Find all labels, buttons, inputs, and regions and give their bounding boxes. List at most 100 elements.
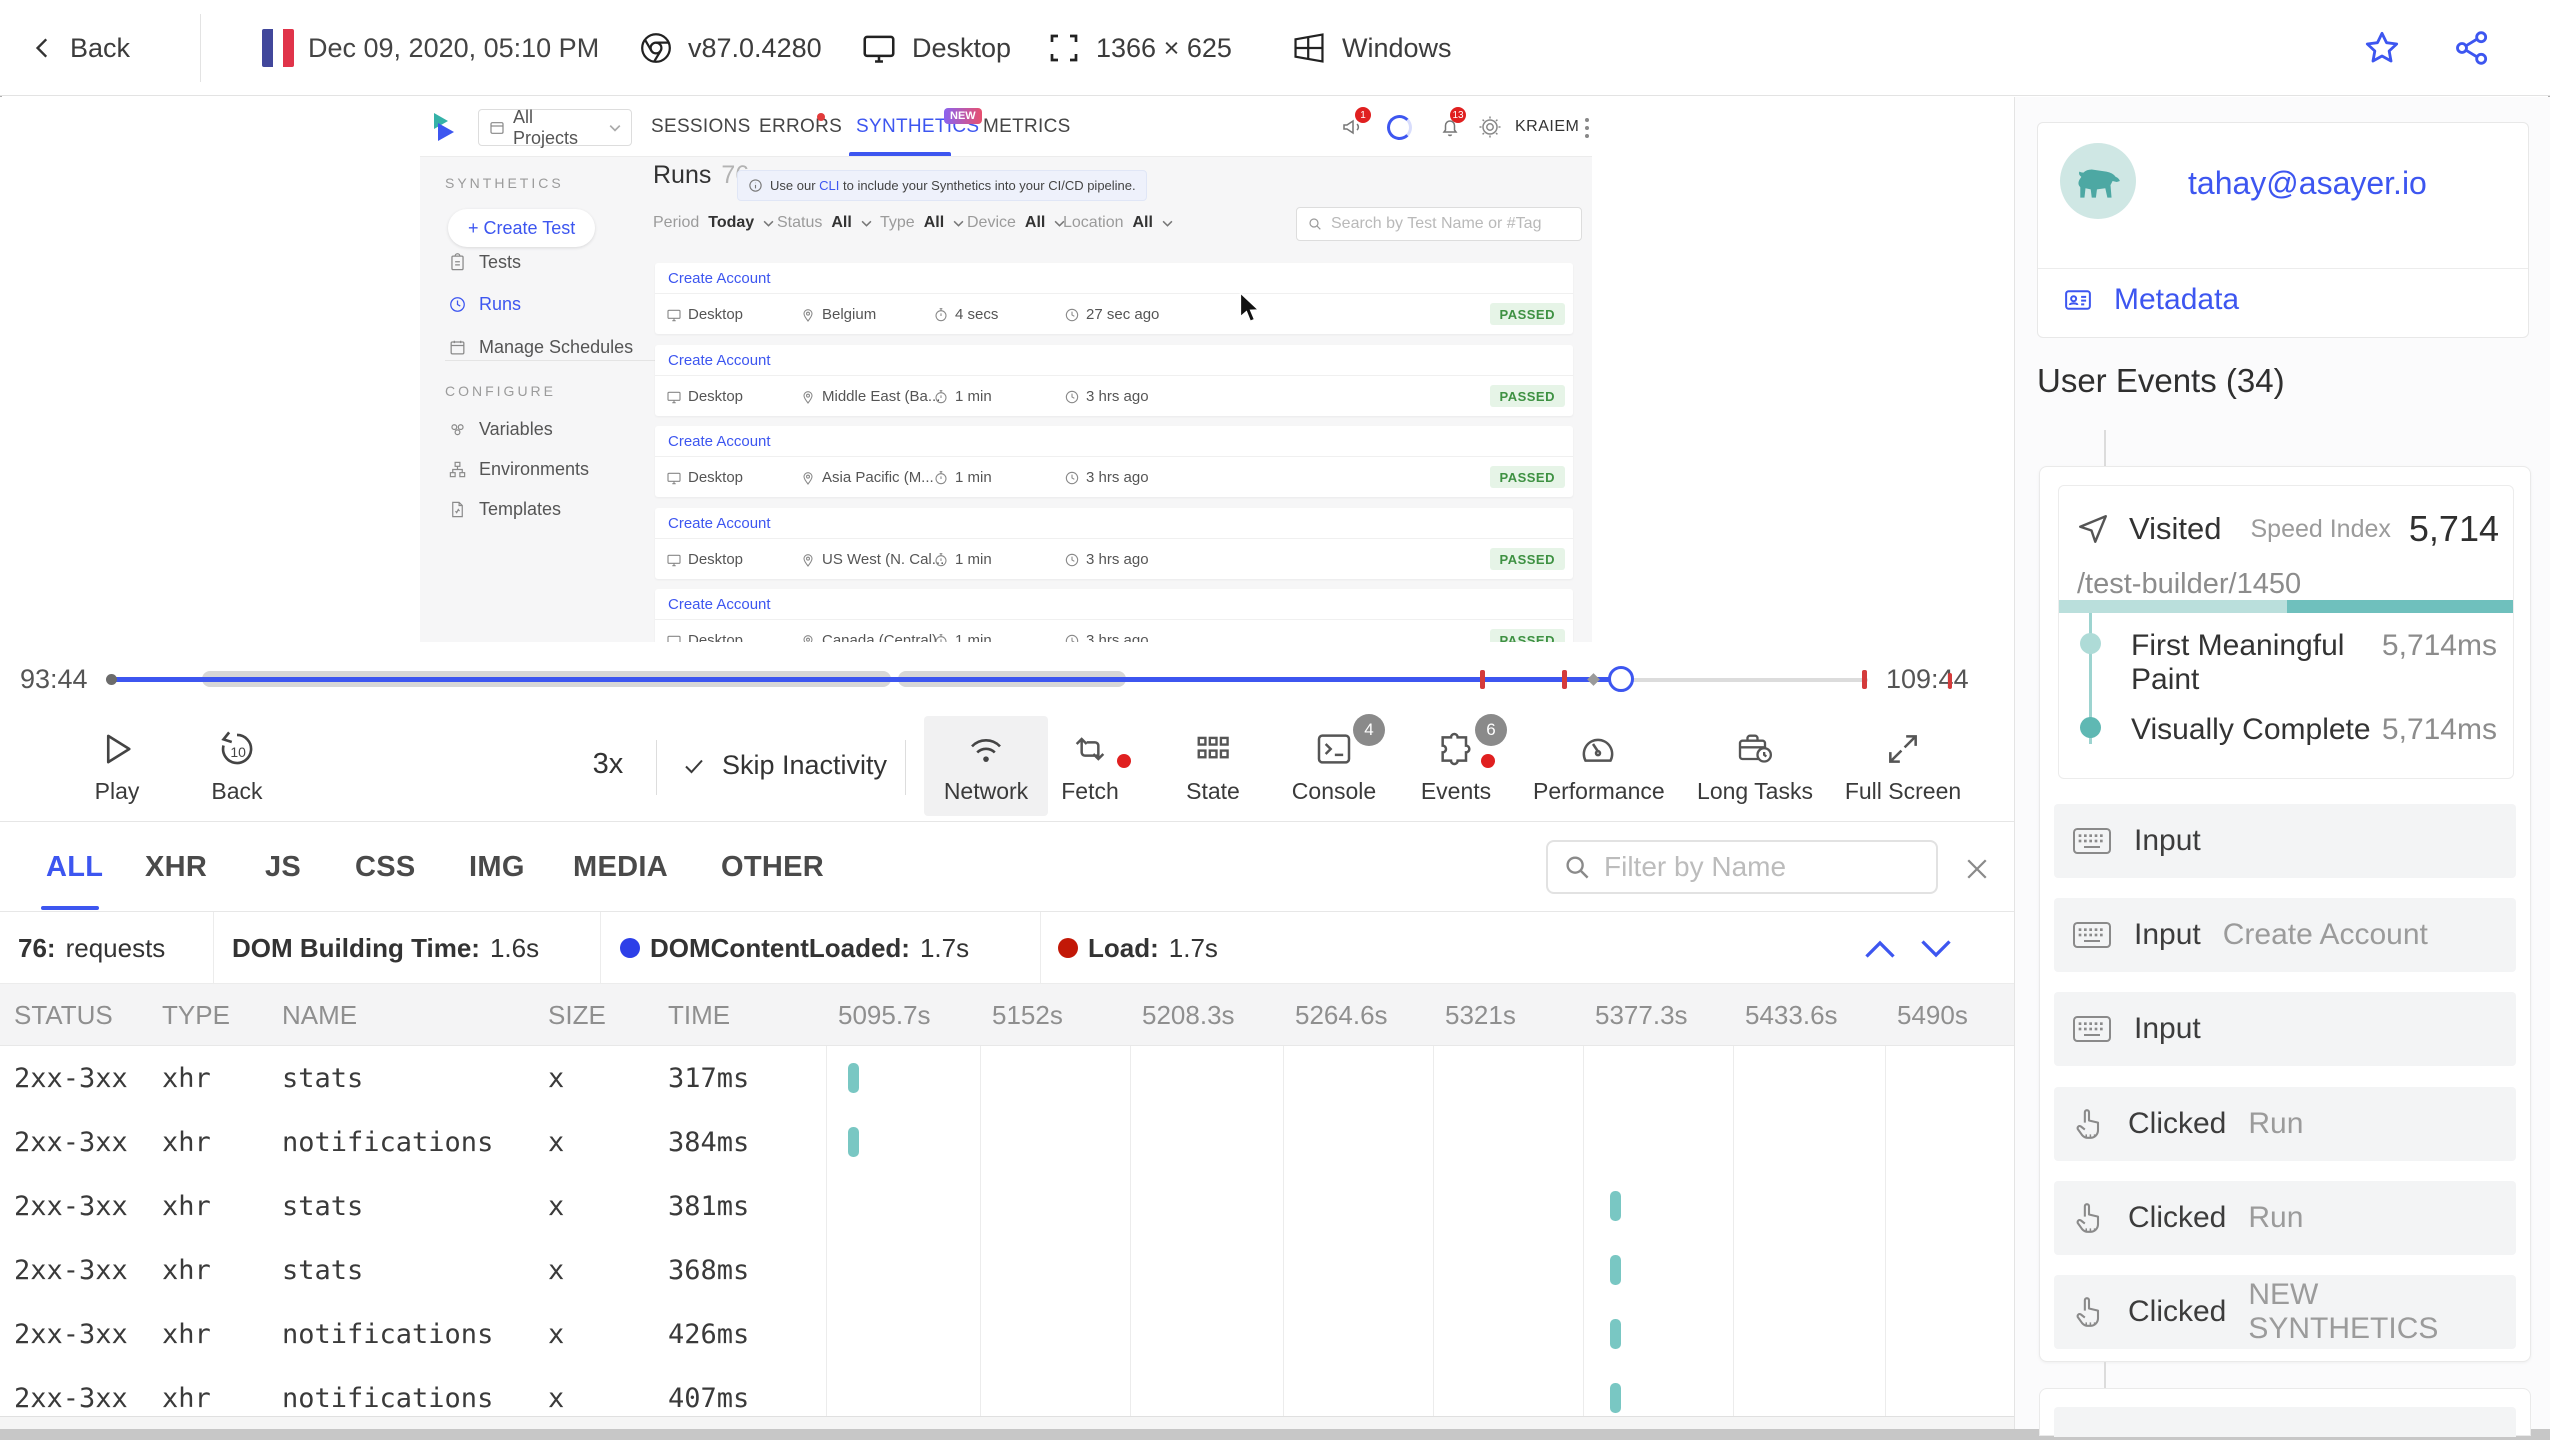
request-row[interactable]: 2xx-3xx xhr stats x 368ms bbox=[0, 1238, 2014, 1302]
panel-button-long-tasks[interactable]: Long Tasks bbox=[1690, 726, 1820, 805]
sidebar-item-environments: Environments bbox=[448, 459, 589, 480]
project-icon bbox=[489, 120, 505, 136]
event-item-clicked[interactable]: Clicked Run bbox=[2054, 1087, 2516, 1161]
timeline-remaining[interactable] bbox=[1621, 678, 1868, 682]
error-event-marker[interactable] bbox=[1562, 670, 1567, 689]
tab-errors: ERRORS bbox=[759, 116, 843, 137]
tab-css[interactable]: CSS bbox=[355, 822, 416, 912]
recorded-app-navbar: All Projects SESSIONS ERRORS SYNTHETICS … bbox=[420, 97, 1592, 157]
filter-by-name-input[interactable] bbox=[1604, 851, 1904, 883]
fetch-error-dot bbox=[1117, 754, 1131, 768]
run-test-name-link: Create Account bbox=[668, 596, 771, 613]
gauge-icon bbox=[1533, 726, 1663, 772]
timeline-progress[interactable] bbox=[113, 677, 1621, 682]
event-item-input[interactable]: Input bbox=[2054, 992, 2516, 1066]
error-event-marker[interactable] bbox=[1862, 670, 1867, 689]
network-hscroll-track[interactable] bbox=[0, 1416, 2014, 1429]
run-row: Desktop Belgium 4 secs 27 sec ago PASSED bbox=[655, 293, 1573, 334]
error-event-marker[interactable] bbox=[1480, 670, 1485, 689]
tab-synthetics: SYNTHETICS bbox=[856, 116, 980, 137]
chevron-down-icon bbox=[861, 220, 872, 227]
event-item-clicked[interactable]: Clicked NEW SYNTHETICS bbox=[2054, 1275, 2516, 1349]
recorded-app-screen: All Projects SESSIONS ERRORS SYNTHETICS … bbox=[420, 97, 1592, 642]
session-date: Dec 09, 2020, 05:10 PM bbox=[262, 0, 599, 96]
network-requests-table: STATUS TYPE NAME SIZE TIME 5095.7s 5152s… bbox=[0, 984, 2014, 1416]
event-item-input[interactable]: Input Create Account bbox=[2054, 898, 2516, 972]
keyboard-icon bbox=[2072, 920, 2112, 950]
jump-next-button[interactable] bbox=[1918, 938, 1954, 960]
tab-xhr[interactable]: XHR bbox=[145, 822, 207, 912]
request-timing-bar bbox=[1610, 1383, 1621, 1413]
load-time: Load: 1.7s bbox=[1058, 912, 1218, 984]
back-button[interactable]: Back bbox=[30, 0, 130, 96]
panel-button-fetch[interactable]: Fetch bbox=[1025, 726, 1155, 805]
metric-first-meaningful-paint: First Meaningful Paint 5,714ms bbox=[2131, 629, 2497, 696]
resolution-info: 1366 × 625 bbox=[1046, 0, 1232, 96]
status-badge: PASSED bbox=[1489, 466, 1565, 488]
bell-count-badge: 13 bbox=[1450, 107, 1466, 123]
panel-button-console[interactable]: 4 Console bbox=[1269, 714, 1399, 805]
request-row[interactable]: 2xx-3xx xhr notifications x 384ms bbox=[0, 1110, 2014, 1174]
close-panel-button[interactable] bbox=[1962, 854, 1992, 884]
request-row[interactable]: 2xx-3xx xhr stats x 317ms bbox=[0, 1046, 2014, 1110]
jump-previous-button[interactable] bbox=[1862, 938, 1898, 960]
request-row[interactable]: 2xx-3xx xhr notifications x 426ms bbox=[0, 1302, 2014, 1366]
chrome-icon bbox=[638, 30, 674, 66]
favorite-button[interactable] bbox=[2362, 0, 2402, 96]
browser-version-label: v87.0.4280 bbox=[688, 32, 822, 63]
panel-button-state[interactable]: State bbox=[1148, 726, 1278, 805]
skip-inactivity-toggle[interactable]: Skip Inactivity bbox=[682, 750, 887, 781]
play-button[interactable]: Play bbox=[52, 726, 182, 805]
run-test-name-link: Create Account bbox=[668, 515, 771, 532]
event-connector-line bbox=[2104, 1362, 2106, 1388]
avatar bbox=[2060, 143, 2136, 219]
user-email-link[interactable]: tahay@asayer.io bbox=[2188, 165, 2427, 202]
clock-icon bbox=[1065, 390, 1079, 403]
session-info-sidebar: tahay@asayer.io Metadata User Events (34… bbox=[2014, 97, 2550, 1437]
variables-icon bbox=[448, 420, 467, 439]
full-screen-button[interactable]: Full Screen bbox=[1838, 726, 1968, 805]
playback-speed-button[interactable]: 3x bbox=[578, 748, 638, 781]
request-timing-bar bbox=[1610, 1319, 1621, 1349]
run-card: Create Account Desktop Asia Pacific (M..… bbox=[655, 426, 1573, 497]
stopwatch-icon bbox=[935, 633, 947, 642]
event-marker[interactable] bbox=[1587, 673, 1600, 686]
playhead-handle[interactable] bbox=[1608, 666, 1634, 692]
status-badge: PASSED bbox=[1489, 303, 1565, 325]
tab-js[interactable]: JS bbox=[265, 822, 301, 912]
panel-button-performance[interactable]: Performance bbox=[1533, 726, 1665, 805]
tab-other[interactable]: OTHER bbox=[721, 822, 824, 912]
event-item-clicked[interactable]: Clicked Run bbox=[2054, 1181, 2516, 1255]
tab-metrics: METRICS bbox=[983, 116, 1071, 137]
back-10s-button[interactable]: 10 Back bbox=[172, 726, 302, 805]
project-name: All Projects bbox=[513, 106, 579, 148]
keyboard-icon bbox=[2072, 1014, 2112, 1044]
metadata-button[interactable]: Metadata bbox=[2060, 283, 2239, 317]
request-row[interactable]: 2xx-3xx xhr stats x 381ms bbox=[0, 1174, 2014, 1238]
hand-pointer-icon bbox=[2072, 1200, 2106, 1236]
tab-img[interactable]: IMG bbox=[469, 822, 525, 912]
stopwatch-icon bbox=[935, 470, 947, 484]
new-badge: NEW bbox=[944, 108, 982, 124]
filter-device: Device All bbox=[967, 210, 1065, 236]
divider bbox=[213, 912, 214, 984]
tab-media[interactable]: MEDIA bbox=[573, 822, 668, 912]
filter-period: Period Today bbox=[653, 210, 774, 236]
run-card: Create Account Desktop Canada (Central) … bbox=[655, 589, 1573, 642]
os-info: Windows bbox=[1290, 0, 1452, 96]
fetch-cycle-icon bbox=[1025, 726, 1155, 772]
share-button[interactable] bbox=[2452, 0, 2492, 96]
stopwatch-icon bbox=[935, 307, 947, 321]
event-item-input[interactable]: Input bbox=[2054, 804, 2516, 878]
hand-pointer-icon bbox=[2072, 1294, 2106, 1330]
tab-all[interactable]: ALL bbox=[46, 822, 103, 912]
request-timing-bar bbox=[1610, 1255, 1621, 1285]
visited-event-card[interactable]: Visited Speed Index 5,714 /test-builder/… bbox=[2058, 485, 2514, 779]
network-summary-bar: 76: requests DOM Building Time: 1.6s DOMCo… bbox=[0, 912, 2014, 984]
tab-sessions: SESSIONS bbox=[651, 116, 751, 137]
request-row[interactable]: 2xx-3xx xhr notifications x 407ms bbox=[0, 1366, 2014, 1416]
search-icon bbox=[1562, 852, 1592, 882]
check-icon bbox=[682, 754, 706, 778]
panel-button-events[interactable]: 6 Events bbox=[1391, 714, 1521, 805]
event-connector-line bbox=[2104, 430, 2106, 466]
